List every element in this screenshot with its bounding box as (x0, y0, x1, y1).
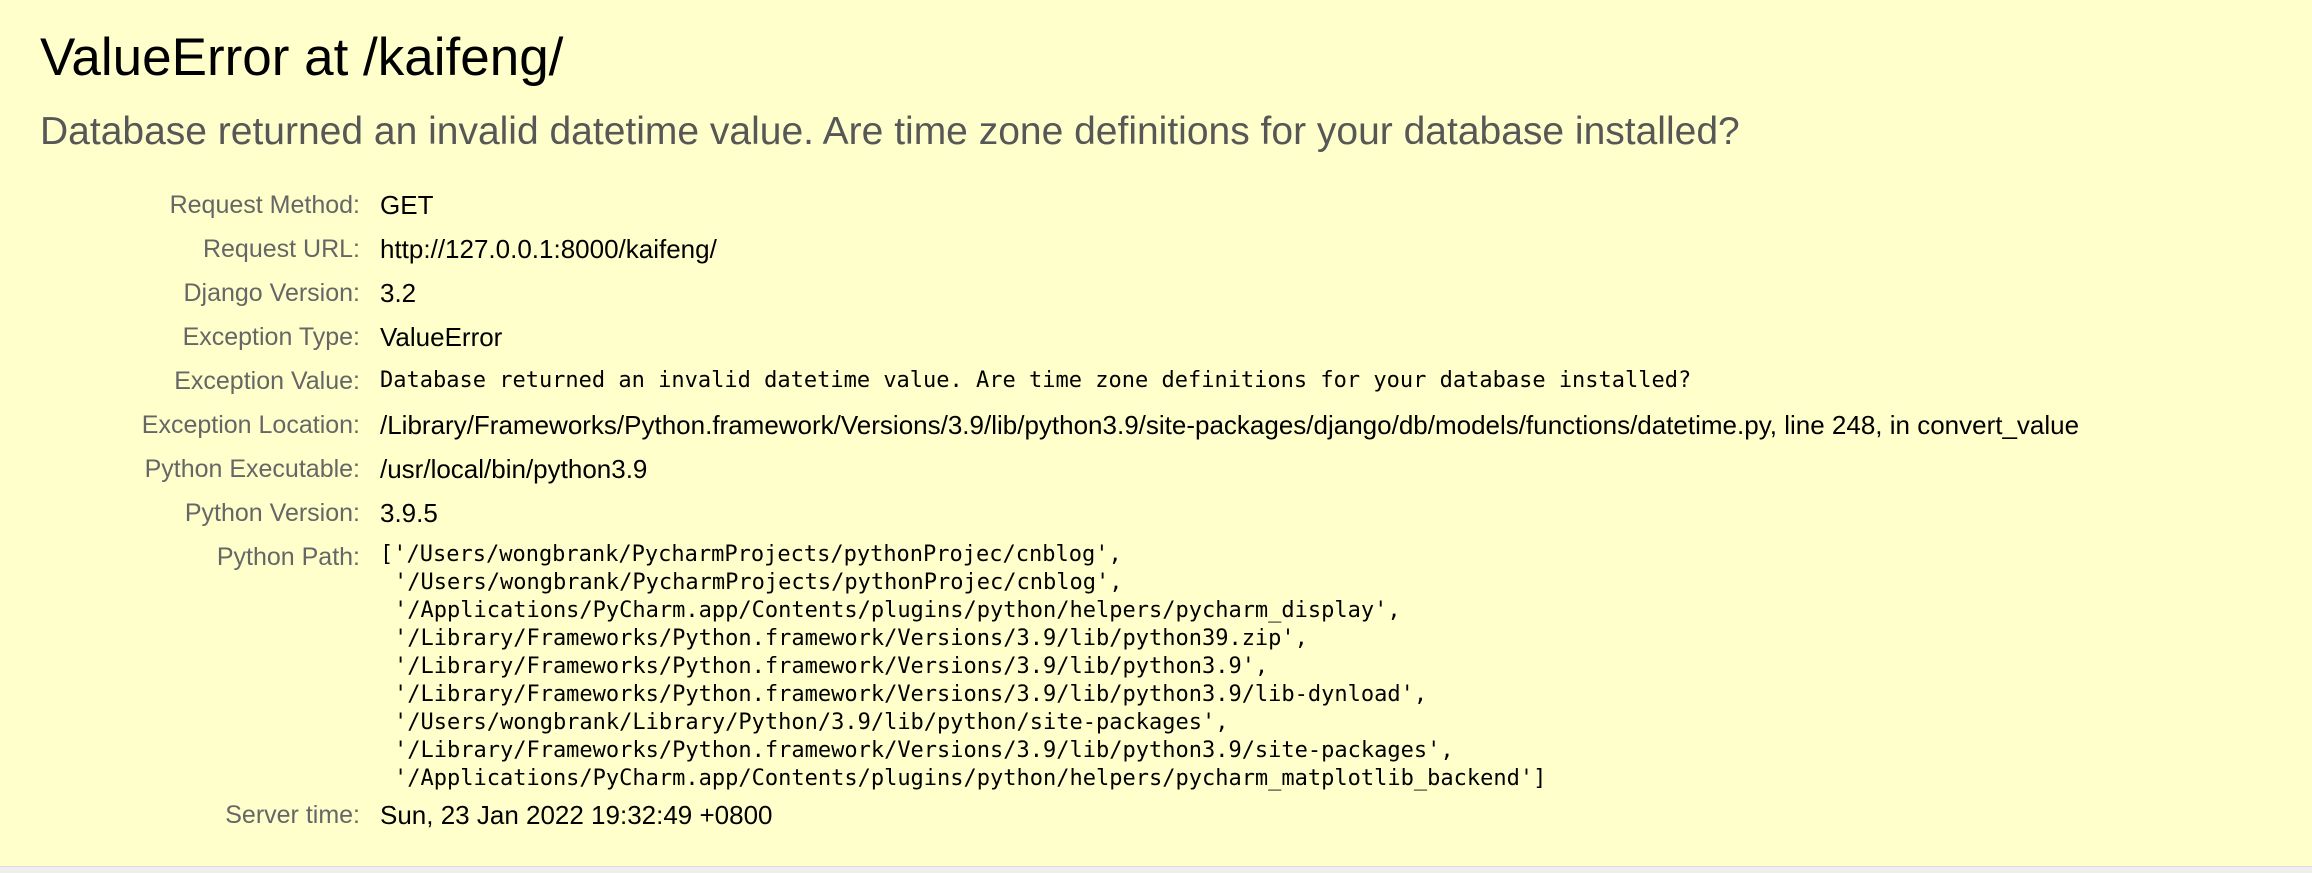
request-url-label: Request URL: (202, 235, 360, 263)
request-url-value: http://127.0.0.1:8000/kaifeng/ (380, 234, 717, 264)
python-path-entry: '/Applications/PyCharm.app/Contents/plug… (394, 766, 1547, 791)
server-time-value: Sun, 23 Jan 2022 19:32:49 +0800 (380, 800, 773, 830)
python-path-label: Python Path: (216, 543, 360, 571)
python-path-entry: '/Library/Frameworks/Python.framework/Ve… (394, 654, 1269, 679)
request-method-value: GET (380, 190, 434, 220)
django-version-label: Django Version: (183, 279, 360, 307)
page-title: ValueError at /kaifeng/ (40, 28, 564, 87)
python-version-value: 3.9.5 (380, 498, 438, 528)
exception-value-value: Database returned an invalid datetime va… (380, 368, 1692, 393)
meta-row-server-time: Server time: Sun, 23 Jan 2022 19:32:49 +… (40, 793, 2079, 837)
python-path-list: ['/Users/wongbrank/PycharmProjects/pytho… (380, 535, 2079, 793)
python-path-entry: ['/Users/wongbrank/PycharmProjects/pytho… (380, 542, 1122, 567)
python-executable-value: /usr/local/bin/python3.9 (380, 454, 648, 484)
python-path-entry: '/Library/Frameworks/Python.framework/Ve… (394, 626, 1308, 651)
error-summary: ValueError at /kaifeng/ Database returne… (0, 0, 2312, 866)
python-path-entry: '/Library/Frameworks/Python.framework/Ve… (394, 682, 1428, 707)
python-version-label: Python Version: (184, 499, 360, 527)
exception-subtitle: Database returned an invalid datetime va… (40, 110, 1740, 153)
meta-row-python-version: Python Version: 3.9.5 (40, 491, 2079, 535)
python-executable-label: Python Executable: (144, 455, 360, 483)
exception-location-label: Exception Location: (141, 411, 360, 439)
exception-location-value: /Library/Frameworks/Python.framework/Ver… (380, 410, 2080, 440)
meta-row-exception-type: Exception Type: ValueError (40, 315, 2079, 359)
meta-row-request-method: Request Method: GET (40, 183, 2079, 227)
python-path-value: ['/Users/wongbrank/PycharmProjects/pytho… (380, 535, 2079, 793)
django-version-value: 3.2 (380, 278, 417, 308)
server-time-label: Server time: (225, 801, 360, 829)
request-method-label: Request Method: (169, 191, 360, 219)
meta-row-python-path: Python Path: ['/Users/wongbrank/PycharmP… (40, 535, 2079, 793)
python-path-entry: '/Library/Frameworks/Python.framework/Ve… (394, 738, 1454, 763)
exception-type-value: ValueError (380, 322, 503, 352)
request-meta-table: Request Method: GET Request URL: http://… (40, 183, 2079, 837)
meta-row-exception-value: Exception Value: Database returned an in… (40, 359, 2079, 403)
python-path-entry: '/Users/wongbrank/PycharmProjects/python… (394, 570, 1123, 595)
meta-row-python-executable: Python Executable: /usr/local/bin/python… (40, 447, 2079, 491)
exception-value-label: Exception Value: (174, 367, 360, 395)
python-path-entry: '/Applications/PyCharm.app/Contents/plug… (394, 598, 1401, 623)
meta-row-request-url: Request URL: http://127.0.0.1:8000/kaife… (40, 227, 2079, 271)
python-path-entry: '/Users/wongbrank/Library/Python/3.9/lib… (394, 710, 1229, 735)
meta-row-exception-location: Exception Location: /Library/Frameworks/… (40, 403, 2079, 447)
meta-row-django-version: Django Version: 3.2 (40, 271, 2079, 315)
exception-type-label: Exception Type: (182, 323, 360, 351)
